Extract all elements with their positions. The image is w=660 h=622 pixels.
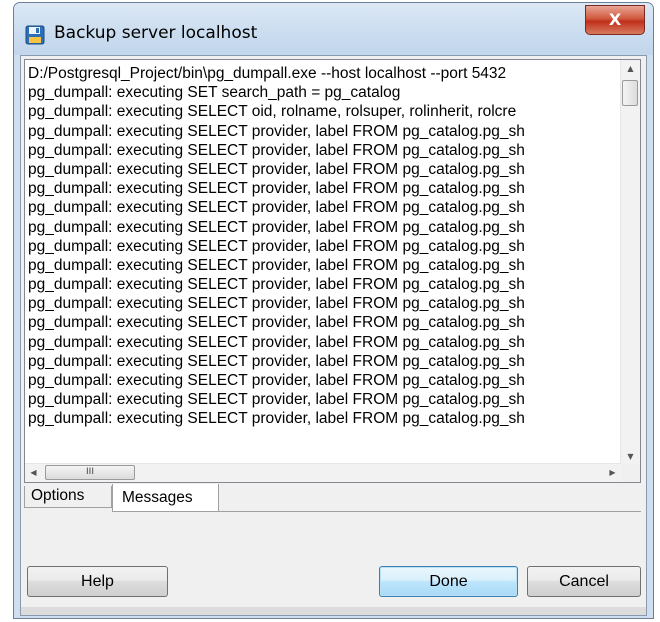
grip-icon: III (86, 467, 94, 477)
dialog-client-area: D:/Postgresql_Project/bin\pg_dumpall.exe… (20, 55, 647, 616)
scroll-up-icon[interactable]: ▲ (621, 60, 640, 77)
log-line: pg_dumpall: executing SELECT provider, l… (28, 372, 525, 389)
log-line: pg_dumpall: executing SELECT provider, l… (28, 333, 525, 351)
log-line: pg_dumpall: executing SELECT provider, l… (28, 237, 525, 255)
cancel-button[interactable]: Cancel (527, 566, 641, 597)
log-line: pg_dumpall: executing SELECT provider, l… (28, 295, 525, 313)
log-lines: D:/Postgresql_Project/bin\pg_dumpall.exe… (28, 64, 620, 476)
tab-baseline (216, 511, 641, 512)
tab-strip: Options Messages (24, 484, 644, 512)
scroll-right-icon[interactable]: ▶ (604, 464, 621, 482)
scroll-corner (621, 464, 640, 482)
log-line: pg_dumpall: executing SELECT provider, l… (28, 276, 525, 294)
log-line: pg_dumpall: executing SELECT provider, l… (28, 391, 525, 409)
close-icon: X (608, 10, 622, 29)
log-line: pg_dumpall: executing SELECT oid, rolnam… (28, 103, 517, 121)
horizontal-scroll-thumb[interactable]: III (45, 465, 135, 480)
tab-options[interactable]: Options (24, 486, 112, 508)
tab-messages[interactable]: Messages (112, 484, 219, 512)
log-line: pg_dumpall: executing SET search_path = … (28, 84, 401, 102)
scroll-left-icon[interactable]: ◀ (25, 464, 42, 482)
floppy-disk-icon (25, 25, 45, 45)
title-bar[interactable]: Backup server localhost X (14, 3, 653, 55)
log-line: pg_dumpall: executing SELECT provider, l… (28, 256, 525, 274)
horizontal-scrollbar[interactable]: ◀ III ▶ (25, 463, 621, 482)
close-button[interactable]: X (585, 5, 645, 35)
help-button[interactable]: Help (27, 566, 168, 597)
log-line: pg_dumpall: executing SELECT provider, l… (28, 141, 525, 159)
backup-dialog-window: Backup server localhost X D:/Postgresql_… (13, 2, 654, 619)
scroll-down-icon[interactable]: ▼ (621, 448, 640, 465)
log-line: pg_dumpall: executing SELECT provider, l… (28, 122, 525, 140)
log-line: pg_dumpall: executing SELECT provider, l… (28, 352, 525, 370)
log-line: pg_dumpall: executing SELECT provider, l… (28, 410, 525, 428)
vertical-scrollbar[interactable]: ▲ ▼ (620, 60, 640, 465)
log-line: D:/Postgresql_Project/bin\pg_dumpall.exe… (28, 65, 507, 82)
log-line: pg_dumpall: executing SELECT provider, l… (28, 314, 525, 332)
vertical-scroll-thumb[interactable] (622, 80, 638, 106)
log-line: pg_dumpall: executing SELECT provider, l… (28, 180, 525, 198)
log-line: pg_dumpall: executing SELECT provider, l… (28, 199, 525, 217)
bottom-strip (21, 607, 646, 615)
done-button[interactable]: Done (379, 566, 518, 597)
messages-log[interactable]: D:/Postgresql_Project/bin\pg_dumpall.exe… (24, 59, 641, 483)
log-line: pg_dumpall: executing SELECT provider, l… (28, 160, 525, 178)
window-title: Backup server localhost (54, 23, 258, 43)
log-line: pg_dumpall: executing SELECT provider, l… (28, 218, 525, 236)
